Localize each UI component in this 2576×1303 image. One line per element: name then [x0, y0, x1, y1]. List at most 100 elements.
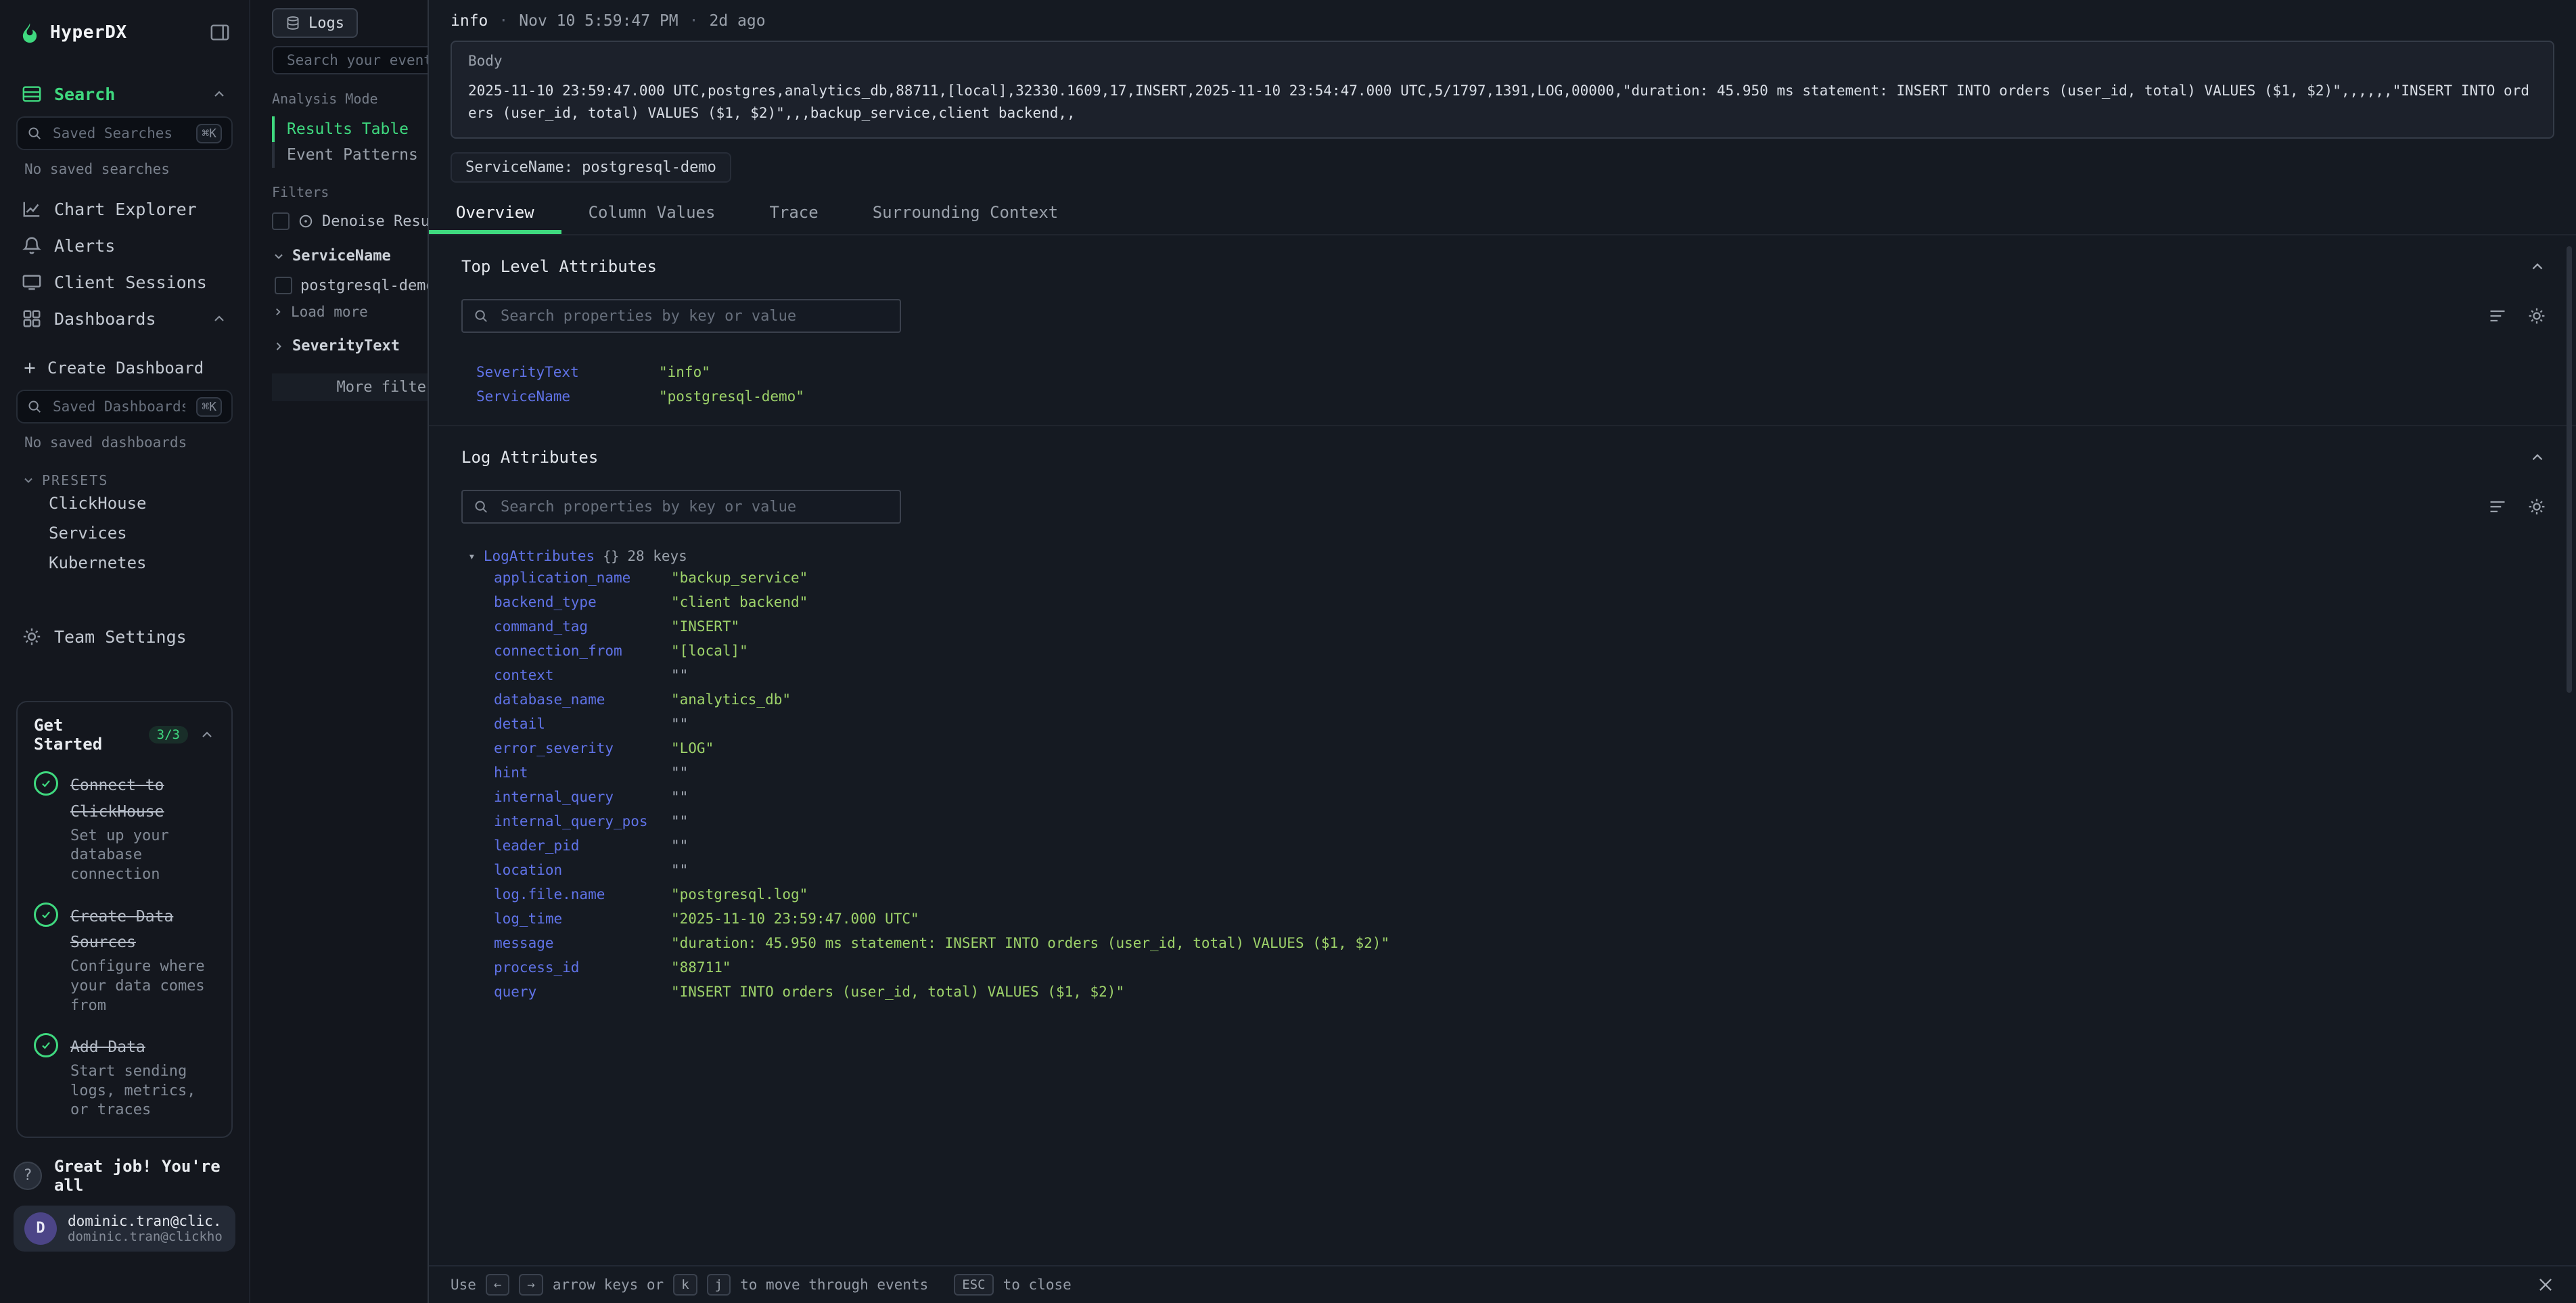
- attribute-value[interactable]: "postgresql.log": [671, 886, 808, 902]
- sidebar-item-dashboards[interactable]: Dashboards: [14, 300, 235, 337]
- attribute-key[interactable]: command_tag: [494, 618, 671, 635]
- attribute-key[interactable]: database_name: [494, 691, 671, 708]
- chevron-up-icon[interactable]: [2529, 449, 2546, 466]
- attribute-value[interactable]: "": [671, 764, 688, 781]
- attribute-value[interactable]: "[local]": [671, 643, 748, 659]
- root-key[interactable]: LogAttributes: [484, 548, 595, 564]
- help-icon[interactable]: ?: [14, 1162, 42, 1190]
- sidebar-collapse-icon[interactable]: [210, 22, 230, 43]
- attribute-row[interactable]: error_severity "LOG": [429, 736, 2576, 760]
- attribute-key[interactable]: ServiceName: [476, 388, 659, 405]
- attribute-row[interactable]: backend_type "client backend": [429, 590, 2576, 614]
- property-search-input[interactable]: [498, 306, 889, 326]
- attribute-row[interactable]: context "": [429, 663, 2576, 687]
- attribute-row[interactable]: database_name "analytics_db": [429, 687, 2576, 712]
- attribute-value[interactable]: "info": [659, 364, 710, 380]
- line-display-icon[interactable]: [2488, 306, 2507, 325]
- filter-value-checkbox[interactable]: [275, 277, 292, 294]
- get-started-item[interactable]: Connect to ClickHouse Set up your databa…: [34, 770, 215, 885]
- attribute-row[interactable]: leader_pid "": [429, 833, 2576, 858]
- sidebar-item-chart-explorer[interactable]: Chart Explorer: [14, 191, 235, 227]
- attribute-row[interactable]: connection_from "[local]": [429, 639, 2576, 663]
- attribute-key[interactable]: backend_type: [494, 594, 671, 610]
- attribute-value[interactable]: "2025-11-10 23:59:47.000 UTC": [671, 911, 919, 927]
- attribute-key[interactable]: internal_query: [494, 789, 671, 805]
- attribute-value[interactable]: "": [671, 667, 688, 683]
- attribute-key[interactable]: detail: [494, 716, 671, 732]
- sidebar-item-client-sessions[interactable]: Client Sessions: [14, 264, 235, 300]
- preset-item[interactable]: Services: [14, 518, 235, 548]
- attribute-row[interactable]: command_tag "INSERT": [429, 614, 2576, 639]
- attribute-key[interactable]: internal_query_pos: [494, 813, 671, 829]
- attribute-row[interactable]: location "": [429, 858, 2576, 882]
- attribute-value[interactable]: "": [671, 838, 688, 854]
- attribute-row[interactable]: message "duration: 45.950 ms statement: …: [429, 931, 2576, 955]
- saved-searches-field[interactable]: [50, 124, 188, 143]
- attribute-row[interactable]: SeverityText "info": [429, 360, 2576, 384]
- property-search-bar[interactable]: [461, 299, 901, 333]
- attribute-key[interactable]: application_name: [494, 570, 671, 586]
- presets-header[interactable]: PRESETS: [22, 472, 227, 488]
- attribute-row[interactable]: detail "": [429, 712, 2576, 736]
- attribute-value[interactable]: "client backend": [671, 594, 808, 610]
- chevron-up-icon[interactable]: [211, 311, 227, 327]
- attribute-value[interactable]: "INSERT INTO orders (user_id, total) VAL…: [671, 984, 1124, 1000]
- attribute-key[interactable]: context: [494, 667, 671, 683]
- attribute-value[interactable]: "": [671, 716, 688, 732]
- source-select-button[interactable]: Logs: [272, 8, 358, 38]
- attribute-value[interactable]: "LOG": [671, 740, 714, 756]
- attribute-value[interactable]: "": [671, 789, 688, 805]
- get-started-item[interactable]: Create Data Sources Configure where your…: [34, 901, 215, 1016]
- preset-item[interactable]: Kubernetes: [14, 548, 235, 578]
- attribute-row[interactable]: query "INSERT INTO orders (user_id, tota…: [429, 980, 2576, 1004]
- gear-icon[interactable]: [2527, 306, 2546, 325]
- chevron-up-icon[interactable]: [211, 86, 227, 102]
- tab[interactable]: Column Values: [561, 192, 743, 234]
- attribute-key[interactable]: leader_pid: [494, 838, 671, 854]
- saved-dashboards-input[interactable]: ⌘K: [16, 390, 233, 424]
- get-started-header[interactable]: Get Started 3/3: [34, 716, 215, 754]
- attribute-row[interactable]: process_id "88711": [429, 955, 2576, 980]
- attribute-key[interactable]: process_id: [494, 959, 671, 976]
- attribute-value[interactable]: "duration: 45.950 ms statement: INSERT I…: [671, 935, 1389, 951]
- saved-dashboards-field[interactable]: [50, 397, 188, 416]
- attribute-row[interactable]: log_time "2025-11-10 23:59:47.000 UTC": [429, 907, 2576, 931]
- attribute-key[interactable]: message: [494, 935, 671, 951]
- attribute-key[interactable]: log_time: [494, 911, 671, 927]
- saved-searches-input[interactable]: ⌘K: [16, 116, 233, 150]
- attribute-value[interactable]: "analytics_db": [671, 691, 791, 708]
- get-started-item[interactable]: Add Data Start sending logs, metrics, or…: [34, 1032, 215, 1120]
- property-search-bar[interactable]: [461, 490, 901, 524]
- attribute-row[interactable]: internal_query "": [429, 785, 2576, 809]
- attribute-key[interactable]: query: [494, 984, 671, 1000]
- preset-item[interactable]: ClickHouse: [14, 488, 235, 518]
- attribute-row[interactable]: ServiceName "postgresql-demo": [429, 384, 2576, 409]
- create-dashboard-button[interactable]: Create Dashboard: [14, 350, 235, 386]
- attribute-key[interactable]: log.file.name: [494, 886, 671, 902]
- attribute-value[interactable]: "postgresql-demo": [659, 388, 804, 405]
- attribute-row[interactable]: hint "": [429, 760, 2576, 785]
- attribute-row[interactable]: internal_query_pos "": [429, 809, 2576, 833]
- attribute-key[interactable]: connection_from: [494, 643, 671, 659]
- close-icon[interactable]: [2537, 1276, 2554, 1294]
- attribute-key[interactable]: SeverityText: [476, 364, 659, 380]
- attribute-key[interactable]: error_severity: [494, 740, 671, 756]
- attribute-value[interactable]: "88711": [671, 959, 731, 976]
- scrollbar-thumb[interactable]: [2567, 246, 2572, 693]
- more-filters-button[interactable]: More filte: [272, 373, 440, 401]
- attribute-value[interactable]: "INSERT": [671, 618, 739, 635]
- attribute-key[interactable]: hint: [494, 764, 671, 781]
- gear-icon[interactable]: [2527, 497, 2546, 516]
- tab[interactable]: Trace: [742, 192, 845, 234]
- service-name-tag[interactable]: ServiceName: postgresql-demo: [451, 152, 731, 183]
- caret-down-icon[interactable]: ▾: [468, 549, 476, 564]
- attribute-value[interactable]: "backup_service": [671, 570, 808, 586]
- property-search-input[interactable]: [498, 497, 889, 517]
- sidebar-item-alerts[interactable]: Alerts: [14, 227, 235, 264]
- sidebar-item-team-settings[interactable]: Team Settings: [14, 618, 235, 655]
- tab[interactable]: Overview: [429, 192, 561, 234]
- attribute-value[interactable]: "": [671, 862, 688, 878]
- user-menu[interactable]: D dominic.tran@clic... dominic.tran@clic…: [14, 1206, 235, 1252]
- attribute-key[interactable]: location: [494, 862, 671, 878]
- line-display-icon[interactable]: [2488, 497, 2507, 516]
